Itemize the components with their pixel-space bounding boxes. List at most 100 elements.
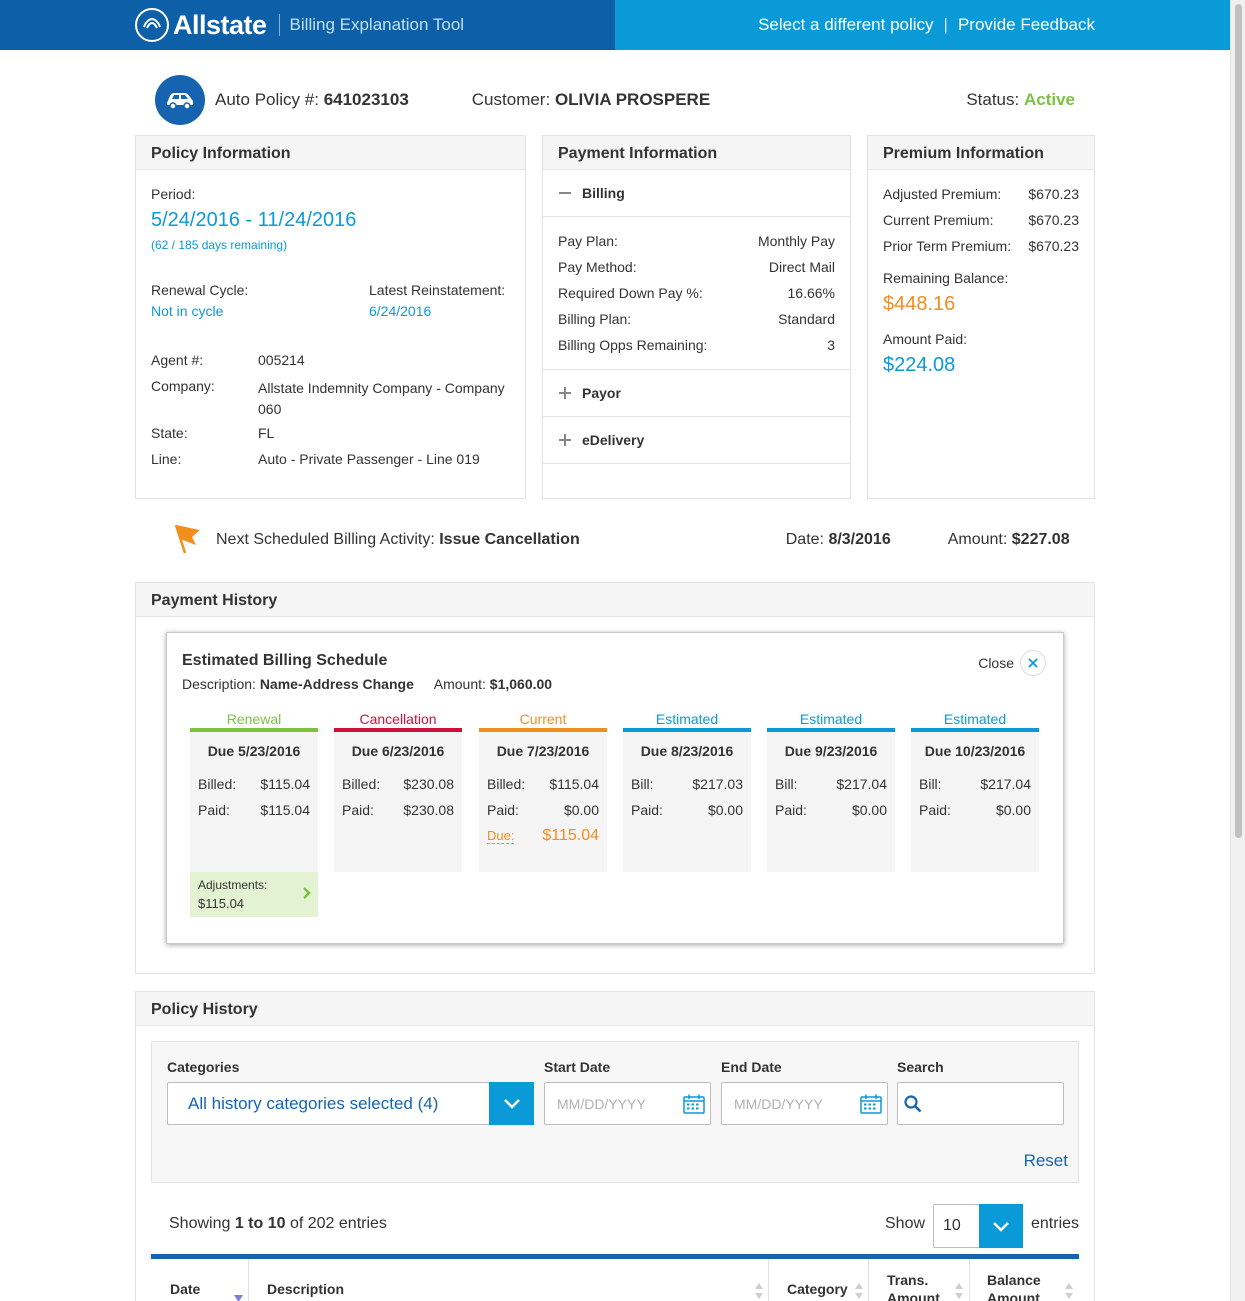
paid-label: Paid: xyxy=(631,802,663,818)
close-icon[interactable] xyxy=(1020,650,1046,676)
sort-desc-icon[interactable] xyxy=(234,1289,243,1301)
company-value-line1: Allstate Indemnity Company - Company xyxy=(258,380,505,396)
schedule-column-estimated: Estimated Due 10/23/2016 Bill: $217.04 Pa… xyxy=(911,711,1039,872)
paid-label: Paid: xyxy=(919,802,951,818)
due-date: Due 9/23/2016 xyxy=(784,743,878,759)
period-label: Period: xyxy=(151,186,196,202)
policy-number-value: 641023103 xyxy=(323,90,409,109)
trans-amount-line1: Trans. xyxy=(887,1272,929,1288)
paid-row: Paid: $0.00 xyxy=(911,802,1039,818)
bill-row: Bill: $217.04 xyxy=(767,776,895,792)
sort-icon[interactable] xyxy=(955,1283,963,1301)
close-button[interactable]: Close xyxy=(978,650,1046,676)
scrollbar-thumb[interactable] xyxy=(1235,4,1242,838)
column-header: Estimated xyxy=(655,711,719,727)
paid-value: $230.08 xyxy=(403,802,454,818)
allstate-logo[interactable]: Allstate xyxy=(135,8,267,42)
sort-icon[interactable] xyxy=(855,1283,863,1301)
current-premium-row: Current Premium: $670.23 xyxy=(883,210,1079,231)
edelivery-label: eDelivery xyxy=(582,432,645,448)
schedule-column-current: Current Due 7/23/2016 Billed: $115.04 Pai… xyxy=(479,711,607,872)
bill-value: $217.04 xyxy=(980,776,1031,792)
billing-opps-value: 3 xyxy=(827,337,835,353)
billing-label: Billing xyxy=(582,185,625,201)
paid-value: $115.04 xyxy=(260,802,310,818)
due-label[interactable]: Due: xyxy=(487,828,515,844)
categories-select[interactable]: All history categories selected (4) xyxy=(167,1082,534,1125)
showing-entries: Showing 1 to 10 of 202 entries xyxy=(169,1215,387,1233)
payor-accordion-header[interactable]: Payor xyxy=(543,370,850,417)
sort-icon[interactable] xyxy=(755,1283,763,1301)
top-bar: Allstate Billing Explanation Tool Select… xyxy=(0,0,1230,50)
paid-label: Paid: xyxy=(775,802,807,818)
billed-label: Billed: xyxy=(342,776,381,792)
customer: Customer: OLIVIA PROSPERE xyxy=(472,90,710,110)
bill-label: Bill: xyxy=(775,776,798,792)
column-body: Due 6/23/2016 Billed: $230.08 Paid: $230.0… xyxy=(334,732,462,872)
line-label: Line: xyxy=(151,451,182,467)
renewal-cycle-label: Renewal Cycle: xyxy=(151,282,249,298)
column-header-date[interactable]: Date xyxy=(170,1281,200,1297)
pay-method-label: Pay Method: xyxy=(558,259,637,275)
due-row: Due: $115.04 xyxy=(479,827,607,845)
prior-premium-value: $670.23 xyxy=(1028,238,1079,254)
select-policy-link[interactable]: Select a different policy xyxy=(758,15,933,35)
column-header-trans-amount[interactable]: Trans. Amount xyxy=(887,1271,940,1301)
showing-range: 1 to 10 xyxy=(234,1215,286,1232)
due-date: Due 6/23/2016 xyxy=(351,743,445,759)
company-value-line2: 060 xyxy=(258,401,282,417)
column-header-balance-amount[interactable]: Balance Amount xyxy=(987,1271,1041,1301)
sort-icon[interactable] xyxy=(1065,1283,1073,1301)
next-activity-date: Date: 8/3/2016 xyxy=(786,531,891,549)
showing-prefix: Showing xyxy=(169,1215,231,1232)
link-separator: | xyxy=(943,15,948,34)
start-date-input[interactable]: MM/DD/YYYY xyxy=(544,1082,711,1125)
company-label: Company: xyxy=(151,378,215,394)
pay-plan-value: Monthly Pay xyxy=(757,233,835,249)
policy-information-panel: Policy Information Period: 5/24/2016 - 1… xyxy=(135,135,526,499)
column-header-category[interactable]: Category xyxy=(787,1281,848,1297)
schedule-column-renewal: Renewal Due 5/23/2016 Billed: $115.04 Pai… xyxy=(190,711,318,917)
paid-row: Paid: $0.00 xyxy=(479,802,607,818)
paid-row: Paid: $0.00 xyxy=(767,802,895,818)
paid-value: $0.00 xyxy=(707,802,743,818)
pay-method-value: Direct Mail xyxy=(768,259,835,275)
date-label: Date: xyxy=(785,531,824,548)
bill-label: Bill: xyxy=(919,776,942,792)
adjustments-link[interactable]: Adjustments: $115.04 xyxy=(190,872,318,917)
calendar-icon[interactable] xyxy=(683,1094,705,1117)
column-divider xyxy=(768,1259,769,1301)
categories-value: All history categories selected (4) xyxy=(188,1093,439,1113)
agent-label: Agent #: xyxy=(151,352,204,368)
reset-link[interactable]: Reset xyxy=(1024,1151,1068,1171)
prior-premium-row: Prior Term Premium: $670.23 xyxy=(883,236,1079,257)
column-body: Due 8/23/2016 Bill: $217.03 Paid: $0.00 xyxy=(623,732,751,872)
billing-plan-label: Billing Plan: xyxy=(558,311,632,327)
amount-paid-label: Amount Paid: xyxy=(883,331,968,347)
page-size-select[interactable]: 10 xyxy=(933,1204,1023,1248)
chevron-down-icon[interactable] xyxy=(489,1082,534,1125)
bill-row: Bill: $217.03 xyxy=(623,776,751,792)
provide-feedback-link[interactable]: Provide Feedback xyxy=(958,15,1095,35)
page-scrollbar[interactable] xyxy=(1230,0,1245,1301)
chevron-down-icon[interactable] xyxy=(979,1204,1023,1248)
payor-label: Payor xyxy=(582,385,621,401)
end-date-input[interactable]: MM/DD/YYYY xyxy=(721,1082,888,1125)
next-activity-amount: Amount: $227.08 xyxy=(948,531,1070,549)
down-pay-label: Required Down Pay %: xyxy=(558,285,703,301)
due-date: Due 7/23/2016 xyxy=(496,743,590,759)
days-remaining: (62 / 185 days remaining) xyxy=(151,238,288,252)
premium-rows: Adjusted Premium: $670.23 Current Premium… xyxy=(868,170,1094,257)
billing-opps-row: Billing Opps Remaining: 3 xyxy=(558,335,835,356)
calendar-icon[interactable] xyxy=(860,1094,882,1117)
reinstatement-label: Latest Reinstatement: xyxy=(369,282,506,298)
agent-value: 005214 xyxy=(258,352,305,368)
pay-plan-label: Pay Plan: xyxy=(558,233,618,249)
column-header: Renewal xyxy=(226,711,282,727)
column-header-description[interactable]: Description xyxy=(267,1281,344,1297)
remaining-balance-label: Remaining Balance: xyxy=(883,270,1009,286)
billing-accordion-header[interactable]: Billing xyxy=(543,170,850,217)
search-input[interactable] xyxy=(897,1082,1064,1125)
edelivery-accordion-header[interactable]: eDelivery xyxy=(543,417,850,464)
schedule-amount-value: $1,060.00 xyxy=(489,676,553,692)
